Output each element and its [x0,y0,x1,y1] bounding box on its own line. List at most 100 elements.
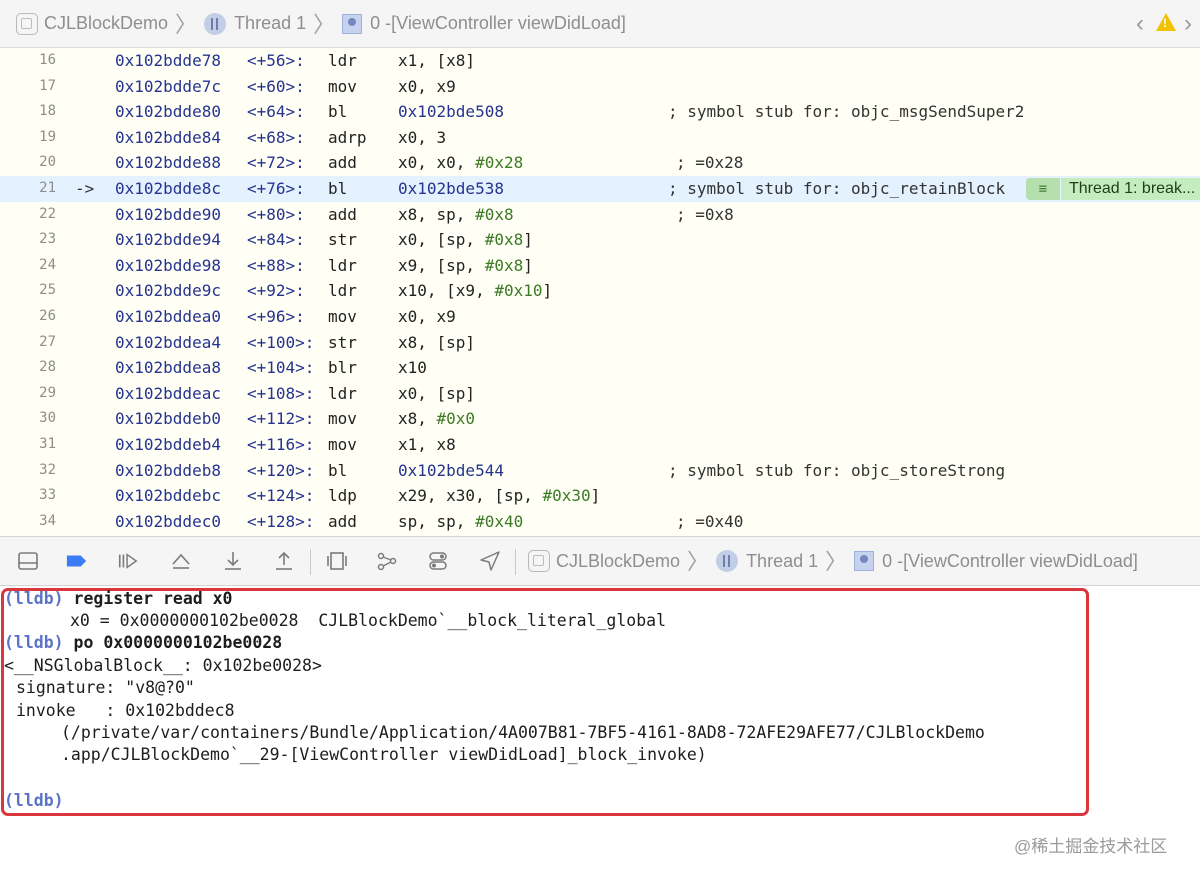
branch-target: 0x102bde508 [398,102,504,122]
jump-bar-frame[interactable]: 0 -[ViewController viewDidLoad] [342,13,626,34]
console-command-text: register read x0 [73,589,233,608]
step-out-icon[interactable] [273,550,295,572]
line-number[interactable]: 17 [0,74,56,100]
instruction-opcode: bl [328,460,348,480]
back-chevron-icon[interactable]: ‹ [1136,10,1144,38]
instruction-address: 0x102bddeb0 [115,409,221,429]
instruction-row[interactable]: 25 0x102bdde9c <+92>: ldr x10, [x9, #0x10] [0,278,1200,304]
operand-text: x0, x0, [398,153,476,173]
immediate-operand: #0x8 [484,230,524,250]
line-number[interactable]: 22 [0,202,56,228]
thread-icon [204,12,227,35]
instruction-row[interactable]: 26 0x102bddea0 <+96>: mov x0, x9 [0,304,1200,330]
instruction-opcode: ldr [328,51,357,70]
line-number[interactable]: 26 [0,304,56,330]
line-number[interactable]: 25 [0,278,56,304]
symbol-stub-comment: ; symbol stub for: objc_storeStrong [668,460,1006,480]
line-number[interactable]: 32 [0,458,56,484]
debug-crumb-project[interactable]: CJLBlockDemo [528,550,680,572]
line-number[interactable]: 16 [0,48,56,74]
jump-bar-project[interactable]: CJLBlockDemo [16,12,168,35]
instruction-opcode: adrp [328,127,367,147]
line-number[interactable]: 29 [0,381,56,407]
instruction-row[interactable]: 28 0x102bddea8 <+104>: blr x10 [0,355,1200,381]
instruction-row[interactable]: 20 0x102bdde88 <+72>: add x0, x0, #0x28 ; =0x… [0,150,1200,176]
instruction-row[interactable]: 32 0x102bddeb8 <+120>: bl 0x102bde544 ; symbo… [0,458,1200,484]
instruction-address: 0x102bdde80 [115,102,221,122]
instruction-operands: x0, x9 [398,304,456,330]
simulate-location-icon[interactable] [479,550,501,572]
instruction-offset: <+80>: [247,204,305,224]
instruction-row[interactable]: 29 0x102bddeac <+108>: ldr x0, [sp] [0,381,1200,407]
console-command-text: po 0x0000000102be0028 [73,633,283,652]
immediate-operand: #0x0 [436,409,476,429]
operand-text: x1, [x8] [398,51,476,70]
line-number[interactable]: 33 [0,483,56,509]
disassembly-editor[interactable]: 16 0x102bdde78 <+56>: ldr x1, [x8] 17 0x102bdd… [0,48,1200,536]
instruction-offset: <+124>: [247,486,315,506]
line-number[interactable]: 31 [0,432,56,458]
stack-frame-icon [342,13,363,34]
lldb-console[interactable]: (lldb) register read x0 x0 = 0x000000010… [0,586,1200,878]
instruction-opcode: add [328,204,357,224]
line-number[interactable]: 19 [0,125,56,151]
memory-graph-icon[interactable] [376,550,398,572]
continue-icon[interactable] [117,550,139,572]
operand-text: sp, sp, [398,511,476,531]
instruction-address: 0x102bdde7c [115,76,221,96]
debug-crumb-thread[interactable]: Thread 1 [716,550,818,572]
line-number[interactable]: 30 [0,406,56,432]
chevron-right-icon: 〉 [175,11,198,37]
line-number[interactable]: 23 [0,227,56,253]
instruction-row[interactable]: 34 0x102bddec0 <+128>: add sp, sp, #0x40 ; =0… [0,509,1200,535]
line-number[interactable]: 21 [0,176,56,202]
instruction-row[interactable]: 18 0x102bdde80 <+64>: bl 0x102bde508 ; symbol… [0,99,1200,125]
debug-crumb-frame[interactable]: 0 -[ViewController viewDidLoad] [854,551,1138,572]
instruction-row[interactable]: 31 0x102bddeb4 <+116>: mov x1, x8 [0,432,1200,458]
instruction-operands: x1, x8 [398,432,456,458]
instruction-row[interactable]: 24 0x102bdde98 <+88>: ldr x9, [sp, #0x8] [0,253,1200,279]
line-number[interactable]: 24 [0,253,56,279]
instruction-row[interactable]: 27 0x102bddea4 <+100>: str x8, [sp] [0,330,1200,356]
breakpoint-annotation-badge[interactable]: Thread 1: break... [1061,178,1200,200]
breakpoints-toggle-icon[interactable] [66,550,88,572]
instruction-row[interactable]: 23 0x102bdde94 <+84>: str x0, [sp, #0x8] [0,227,1200,253]
forward-chevron-icon[interactable]: › [1184,10,1192,38]
lldb-prompt: (lldb) [4,791,64,810]
instruction-offset: <+104>: [247,358,315,378]
line-number[interactable]: 20 [0,150,56,176]
line-number[interactable]: 28 [0,355,56,381]
line-number[interactable]: 18 [0,99,56,125]
step-into-icon[interactable] [222,550,244,572]
instruction-row[interactable]: 17 0x102bdde7c <+60>: mov x0, x9 [0,74,1200,100]
console-input-line[interactable]: (lldb) [4,790,64,812]
instruction-offset: <+92>: [247,281,305,301]
view-debugger-icon[interactable] [326,550,348,572]
hide-console-icon[interactable] [17,550,39,572]
line-number[interactable]: 27 [0,330,56,356]
jump-bar: CJLBlockDemo 〉 Thread 1 〉 0 -[ViewContro… [0,0,1200,48]
instruction-row[interactable]: 22 0x102bdde90 <+80>: add x8, sp, #0x8 ; =0x8 [0,202,1200,228]
instruction-address: 0x102bdde98 [115,255,221,275]
step-over-icon[interactable] [170,550,192,572]
instruction-row[interactable]: 19 0x102bdde84 <+68>: adrp x0, 3 [0,125,1200,151]
instruction-address: 0x102bddebc [115,486,221,506]
line-number[interactable]: 34 [0,509,56,535]
instruction-offset: <+88>: [247,255,305,275]
environment-overrides-icon[interactable] [427,550,449,572]
warning-icon[interactable]: ! [1156,13,1176,31]
current-instruction-row[interactable]: 21 -> 0x102bdde8c <+76>: bl 0x102bde538 ; symb… [0,176,1200,202]
instruction-address: 0x102bddea0 [115,307,221,326]
console-output-line: .app/CJLBlockDemo`__29-[ViewController v… [61,745,707,764]
jump-bar-thread[interactable]: Thread 1 [204,12,306,35]
instruction-opcode: mov [328,307,357,326]
breakpoint-menu-icon[interactable]: ≡ [1026,178,1060,200]
instruction-address: 0x102bddec0 [115,511,221,531]
instruction-row[interactable]: 16 0x102bdde78 <+56>: ldr x1, [x8] [0,48,1200,74]
instruction-offset: <+112>: [247,409,315,429]
app-icon [16,12,38,35]
instruction-row[interactable]: 30 0x102bddeb0 <+112>: mov x8, #0x0 [0,406,1200,432]
chevron-right-icon: 〉 [313,11,336,37]
instruction-row[interactable]: 33 0x102bddebc <+124>: ldp x29, x30, [sp, #0… [0,483,1200,509]
symbol-stub-comment: ; symbol stub for: objc_retainBlock [668,179,1006,198]
